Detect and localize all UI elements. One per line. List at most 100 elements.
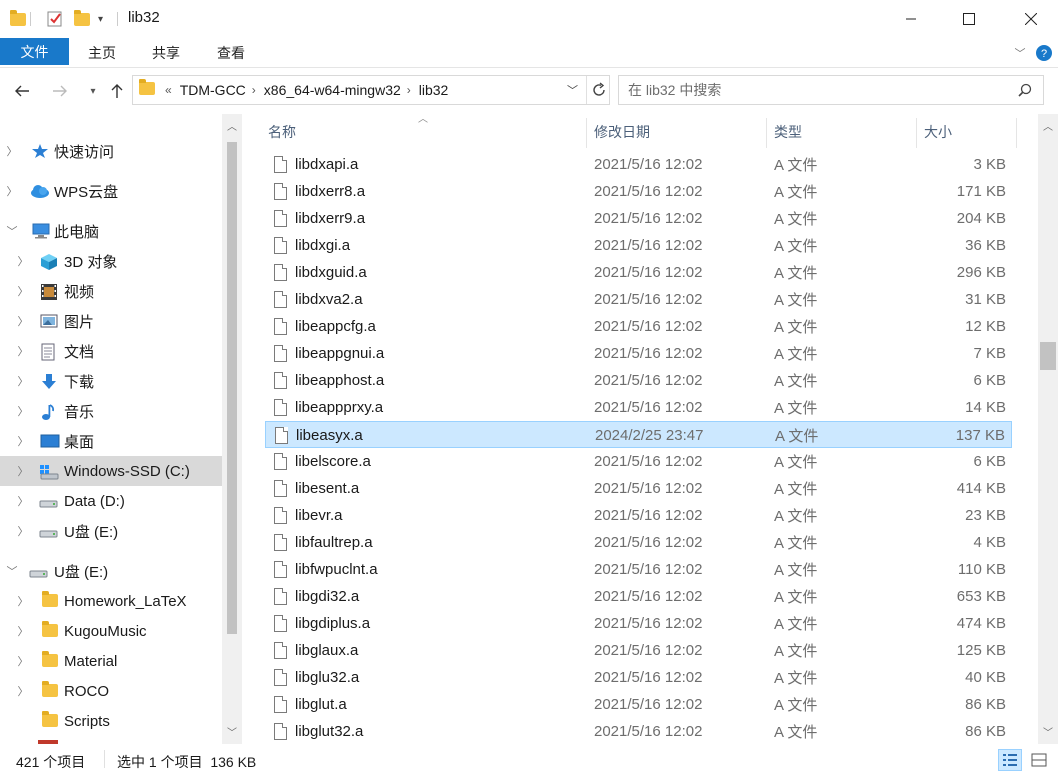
column-divider[interactable] [916, 118, 917, 148]
chevron-right-icon[interactable]: 〉 [17, 433, 29, 449]
search-input[interactable]: 在 lib32 中搜索 [618, 75, 1044, 105]
file-row[interactable]: libdxguid.a 2021/5/16 12:02 A 文件 296 KB [265, 259, 1012, 286]
tab-view[interactable]: 查看 [209, 37, 253, 68]
file-row[interactable]: libeappcfg.a 2021/5/16 12:02 A 文件 12 KB [265, 313, 1012, 340]
file-row[interactable]: libesent.a 2021/5/16 12:02 A 文件 414 KB [265, 475, 1012, 502]
nav-item-folder-kugoumusic[interactable]: 〉 KugouMusic [0, 616, 222, 646]
nav-item-folder-roco[interactable]: 〉 ROCO [0, 676, 222, 706]
nav-item-downloads[interactable]: 〉 下载 [0, 366, 222, 396]
file-row[interactable]: libevr.a 2021/5/16 12:02 A 文件 23 KB [265, 502, 1012, 529]
column-header-type[interactable]: 类型 [774, 114, 802, 150]
search-icon[interactable] [1018, 83, 1032, 100]
nav-item-quick-access[interactable]: 〉 快速访问 [0, 136, 222, 166]
column-header-date[interactable]: 修改日期 [594, 114, 650, 150]
file-row[interactable]: libglaux.a 2021/5/16 12:02 A 文件 125 KB [265, 637, 1012, 664]
nav-item-windows-ssd[interactable]: 〉 Windows-SSD (C:) [0, 456, 222, 486]
chevron-right-icon[interactable]: 〉 [17, 683, 29, 699]
nav-item-usb-drive-root[interactable]: ﹀ U盘 (E:) [0, 556, 222, 586]
forward-button[interactable] [49, 80, 71, 102]
column-header-size[interactable]: 大小 [924, 114, 952, 150]
nav-item-videos[interactable]: 〉 视频 [0, 276, 222, 306]
help-button[interactable]: ? [1034, 37, 1054, 68]
expand-ribbon-chevron-icon[interactable]: ﹀ [1010, 37, 1030, 68]
breadcrumb-overflow[interactable]: « [165, 83, 172, 97]
scroll-down-icon[interactable]: ﹀ [227, 724, 237, 739]
file-row[interactable]: libelscore.a 2021/5/16 12:02 A 文件 6 KB [265, 448, 1012, 475]
chevron-right-icon[interactable]: › [407, 83, 411, 97]
chevron-right-icon[interactable]: 〉 [17, 653, 29, 669]
recent-locations-chevron-icon[interactable]: ▾ [82, 80, 104, 102]
tab-file[interactable]: 文件 [0, 38, 69, 65]
file-row[interactable]: libgdiplus.a 2021/5/16 12:02 A 文件 474 KB [265, 610, 1012, 637]
file-row[interactable]: libdxgi.a 2021/5/16 12:02 A 文件 36 KB [265, 232, 1012, 259]
chevron-right-icon[interactable]: 〉 [17, 253, 29, 269]
scroll-up-icon[interactable]: ︿ [1043, 118, 1053, 133]
address-bar[interactable]: « TDM-GCC › x86_64-w64-mingw32 › lib32 ﹀ [132, 75, 610, 105]
nav-item-3d-objects[interactable]: 〉 3D 对象 [0, 246, 222, 276]
column-header-name[interactable]: 名称 [268, 114, 296, 150]
file-row[interactable]: libdxerr8.a 2021/5/16 12:02 A 文件 171 KB [265, 178, 1012, 205]
nav-item-pictures[interactable]: 〉 图片 [0, 306, 222, 336]
nav-item-desktop[interactable]: 〉 桌面 [0, 426, 222, 456]
chevron-right-icon[interactable]: 〉 [17, 463, 29, 479]
column-divider[interactable] [1016, 118, 1017, 148]
nav-item-data-drive[interactable]: 〉 Data (D:) [0, 486, 222, 516]
chevron-right-icon[interactable]: 〉 [6, 183, 18, 199]
file-row[interactable]: libeappgnui.a 2021/5/16 12:02 A 文件 7 KB [265, 340, 1012, 367]
nav-item-music[interactable]: 〉 音乐 [0, 396, 222, 426]
large-icons-view-button[interactable] [1027, 749, 1051, 771]
file-row[interactable]: libdxapi.a 2021/5/16 12:02 A 文件 3 KB [265, 151, 1012, 178]
file-row[interactable]: libeapphost.a 2021/5/16 12:02 A 文件 6 KB [265, 367, 1012, 394]
tab-share[interactable]: 共享 [144, 37, 188, 68]
chevron-right-icon[interactable]: 〉 [6, 143, 18, 159]
chevron-right-icon[interactable]: 〉 [17, 493, 29, 509]
chevron-right-icon[interactable]: 〉 [17, 593, 29, 609]
scroll-up-icon[interactable]: ︿ [227, 118, 237, 133]
minimize-button[interactable] [888, 0, 934, 37]
refresh-icon[interactable] [590, 81, 608, 102]
chevron-right-icon[interactable]: 〉 [17, 283, 29, 299]
new-folder-icon[interactable] [74, 9, 90, 29]
file-row[interactable]: libdxerr9.a 2021/5/16 12:02 A 文件 204 KB [265, 205, 1012, 232]
chevron-down-icon[interactable]: ﹀ [6, 223, 18, 239]
up-button[interactable] [106, 80, 128, 102]
customize-quick-access-icon[interactable]: ▾ [98, 9, 103, 29]
file-row[interactable]: libglut.a 2021/5/16 12:02 A 文件 86 KB [265, 691, 1012, 718]
scroll-down-icon[interactable]: ﹀ [1043, 724, 1053, 739]
chevron-right-icon[interactable]: 〉 [17, 313, 29, 329]
chevron-right-icon[interactable]: › [252, 83, 256, 97]
column-divider[interactable] [766, 118, 767, 148]
nav-item-documents[interactable]: 〉 文档 [0, 336, 222, 366]
chevron-right-icon[interactable]: 〉 [17, 373, 29, 389]
file-row[interactable]: libfwpuclnt.a 2021/5/16 12:02 A 文件 110 KB [265, 556, 1012, 583]
chevron-right-icon[interactable]: 〉 [17, 623, 29, 639]
file-row-selected[interactable]: libeasyx.a 2024/2/25 23:47 A 文件 137 KB [265, 421, 1012, 448]
nav-item-this-pc[interactable]: ﹀ 此电脑 [0, 216, 222, 246]
back-button[interactable] [11, 80, 33, 102]
nav-pane-scroll-thumb[interactable] [227, 142, 237, 634]
close-button[interactable] [1004, 0, 1058, 37]
file-row[interactable]: libdxva2.a 2021/5/16 12:02 A 文件 31 KB [265, 286, 1012, 313]
address-history-chevron-icon[interactable]: ﹀ [567, 82, 578, 98]
file-row[interactable]: libeappprxy.a 2021/5/16 12:02 A 文件 14 KB [265, 394, 1012, 421]
breadcrumb-tdm-gcc[interactable]: TDM-GCC [180, 82, 246, 98]
breadcrumb-lib32[interactable]: lib32 [419, 82, 449, 98]
file-row[interactable]: libfaultrep.a 2021/5/16 12:02 A 文件 4 KB [265, 529, 1012, 556]
file-list-scrollbar[interactable]: ︿ ﹀ [1038, 114, 1058, 744]
maximize-button[interactable] [946, 0, 992, 37]
properties-icon[interactable] [46, 9, 64, 29]
nav-item-folder-homework-latex[interactable]: 〉 Homework_LaTeX [0, 586, 222, 616]
breadcrumb-x86-64-w64-mingw32[interactable]: x86_64-w64-mingw32 [264, 82, 401, 98]
nav-item-folder-scripts[interactable]: Scripts [0, 706, 222, 736]
file-row[interactable]: libgdi32.a 2021/5/16 12:02 A 文件 653 KB [265, 583, 1012, 610]
nav-item-wps-cloud[interactable]: 〉 WPS云盘 [0, 176, 222, 206]
nav-item-usb-drive[interactable]: 〉 U盘 (E:) [0, 516, 222, 546]
file-row[interactable]: libglu32.a 2021/5/16 12:02 A 文件 40 KB [265, 664, 1012, 691]
column-divider[interactable] [586, 118, 587, 148]
file-row[interactable]: libglut32.a 2021/5/16 12:02 A 文件 86 KB [265, 718, 1012, 744]
tab-home[interactable]: 主页 [80, 37, 124, 68]
details-view-button[interactable] [998, 749, 1022, 771]
file-list-scroll-thumb[interactable] [1040, 342, 1056, 370]
chevron-right-icon[interactable]: 〉 [17, 403, 29, 419]
chevron-right-icon[interactable]: 〉 [17, 343, 29, 359]
